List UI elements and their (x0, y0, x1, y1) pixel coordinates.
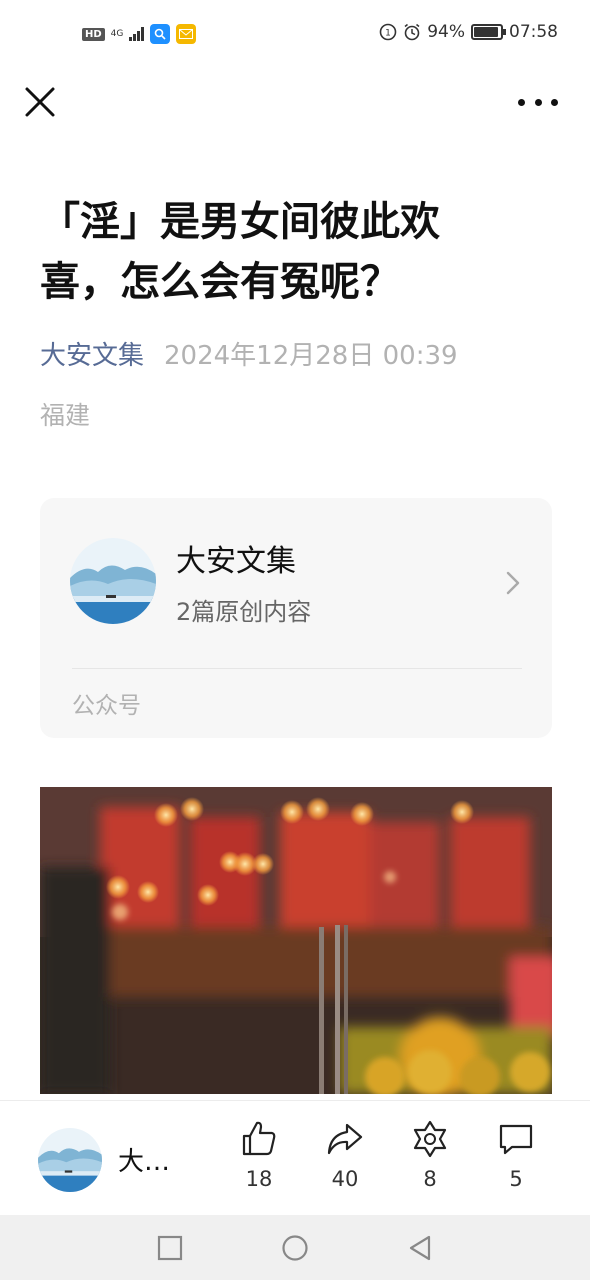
card-divider (72, 668, 522, 669)
like-button[interactable]: 18 (229, 1119, 289, 1191)
back-button[interactable] (405, 1233, 435, 1263)
bottom-action-bar: 大… 18 40 8 5 (0, 1100, 590, 1215)
battery-icon (471, 24, 506, 40)
recommend-icon (413, 1120, 447, 1158)
data-saver-icon: 1 (379, 23, 397, 41)
article-meta: 大安文集 2024年12月28日 00:39 (40, 338, 458, 374)
location: 福建 (40, 401, 91, 430)
chevron-right-icon (506, 571, 520, 595)
mail-app-icon (176, 24, 197, 44)
like-count: 18 (245, 1167, 273, 1191)
comment-button[interactable]: 5 (486, 1119, 546, 1191)
system-nav-bar (0, 1215, 590, 1280)
account-name: 大安文集 (176, 544, 296, 579)
author-name-short[interactable]: 大… (118, 1141, 170, 1178)
search-app-icon (150, 24, 171, 44)
author-avatar[interactable] (38, 1128, 102, 1192)
status-right: 1 94% 07:58 (379, 22, 558, 42)
account-original-count: 2篇原创内容 (176, 598, 312, 626)
home-button[interactable] (280, 1233, 310, 1263)
share-count: 40 (331, 1167, 359, 1191)
signal-icon (129, 27, 145, 41)
author-link[interactable]: 大安文集 (40, 338, 144, 374)
more-button[interactable] (518, 88, 558, 116)
comment-count: 5 (509, 1167, 523, 1191)
thumbs-up-icon (242, 1121, 276, 1156)
share-button[interactable]: 40 (315, 1119, 375, 1191)
account-avatar (70, 538, 156, 624)
clock: 07:58 (509, 22, 558, 42)
account-card[interactable]: 大安文集 2篇原创内容 公众号 (40, 498, 552, 738)
more-icon-dot (518, 98, 525, 106)
share-icon (327, 1123, 363, 1155)
article-image[interactable] (40, 787, 552, 1094)
close-icon (25, 87, 55, 117)
close-button[interactable] (22, 84, 58, 120)
publish-date: 2024年12月28日 00:39 (164, 341, 458, 371)
battery-fill (474, 27, 499, 37)
svg-text:1: 1 (385, 29, 391, 39)
recommend-button[interactable]: 8 (400, 1119, 460, 1191)
recommend-count: 8 (423, 1167, 437, 1191)
recents-button[interactable] (155, 1233, 185, 1263)
more-icon-dot (551, 98, 558, 106)
alarm-icon (404, 23, 420, 41)
network-type: 4G (110, 28, 124, 39)
account-type-label: 公众号 (72, 693, 141, 719)
status-left: HD 4G (82, 24, 197, 44)
status-bar: HD 4G 1 94% 07:58 (0, 0, 590, 68)
battery-percent: 94% (427, 22, 465, 42)
hd-badge: HD (82, 27, 105, 41)
article-title: 「淫」是男女间彼此欢喜，怎么会有冤呢？ (40, 199, 440, 305)
comment-icon (499, 1124, 533, 1155)
more-icon-dot (534, 98, 542, 106)
